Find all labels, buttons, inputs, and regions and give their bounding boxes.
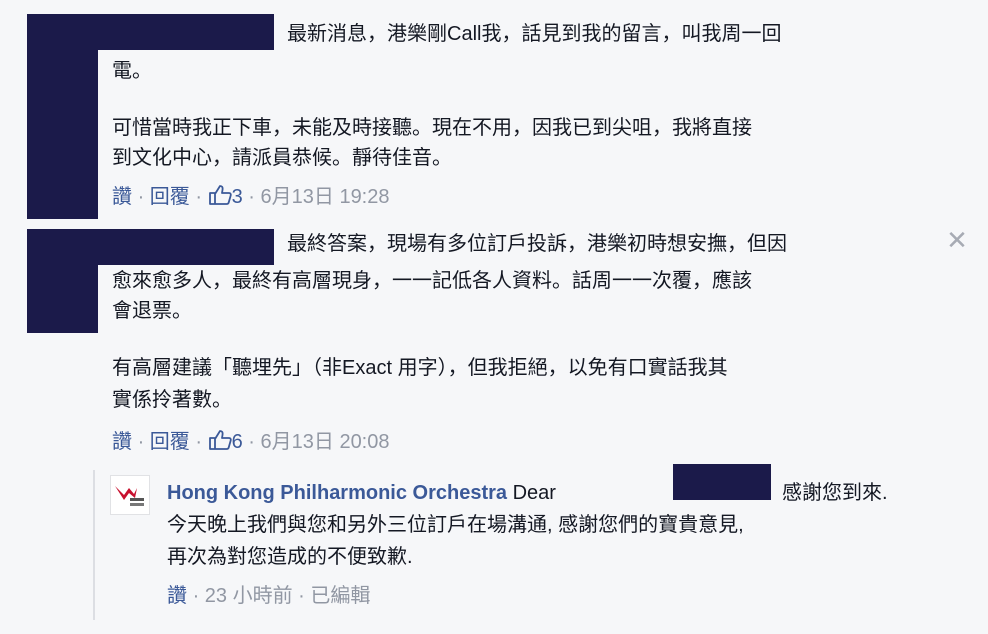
reply-thread-line <box>93 470 95 620</box>
comment-1-line-1: 最新消息，港樂剛Call我，話見到我的留言，叫我周一回 <box>287 23 782 45</box>
like-link[interactable]: 讚 <box>112 186 132 208</box>
separator: · <box>248 431 255 453</box>
separator: · <box>192 585 200 607</box>
thumbs-up-icon[interactable] <box>208 429 232 458</box>
comment-2-actions: 讚 · 回覆 · 6 · 6月13日 20:08 <box>112 429 390 458</box>
reply-timestamp[interactable]: 23 小時前 <box>205 585 293 607</box>
comment-2-line-3: 會退票。 <box>112 300 192 322</box>
separator: · <box>298 585 305 607</box>
redacted-recipient <box>673 464 771 500</box>
comment-2-paragraph-2a: 有高層建議「聽埋先」（非Exact 用字），但我拒絕，以免有口實話我其 <box>112 357 728 379</box>
like-link[interactable]: 讚 <box>112 431 132 453</box>
separator: · <box>195 186 203 208</box>
like-count[interactable]: 3 <box>232 186 243 208</box>
reply-line-1: Hong Kong Philharmonic Orchestra Dear <box>167 479 556 508</box>
comment-1-paragraph-2a: 可惜當時我正下車，未能及時接聽。現在不用，因我已到尖咀，我將直接 <box>112 117 752 139</box>
close-icon[interactable]: ✕ <box>946 227 968 253</box>
reply-line-3: 再次為對您造成的不便致歉. <box>167 546 413 568</box>
separator: · <box>195 431 203 453</box>
reply-line-2: 今天晚上我們與您和另外三位訂戶在場溝通, 感謝您們的寶貴意見, <box>167 514 744 536</box>
comment-2-paragraph-2b: 實係拎著數。 <box>112 389 232 411</box>
comment-2-line-2: 愈來愈多人，最終有高層現身，一一記低各人資料。話周一一次覆，應該 <box>112 270 752 292</box>
thumbs-up-icon[interactable] <box>208 184 232 213</box>
separator: · <box>248 186 255 208</box>
reply-line-1-rest: 感謝您到來. <box>782 482 888 504</box>
comment-1-paragraph-2b: 到文化中心，請派員恭候。靜待佳音。 <box>112 147 452 169</box>
like-count[interactable]: 6 <box>232 431 243 453</box>
reply-author-name[interactable]: Hong Kong Philharmonic Orchestra <box>167 482 507 504</box>
redacted-avatar-2 <box>27 229 98 333</box>
comment-timestamp[interactable]: 6月13日 19:28 <box>261 186 390 208</box>
edited-label[interactable]: 已編輯 <box>310 585 370 607</box>
reply-link[interactable]: 回覆 <box>150 186 190 208</box>
redacted-avatar-1 <box>27 14 98 219</box>
comment-1-actions: 讚 · 回覆 · 3 · 6月13日 19:28 <box>112 184 390 213</box>
hkphil-avatar[interactable] <box>110 475 150 515</box>
hkphil-logo-icon <box>115 486 144 506</box>
reply-link[interactable]: 回覆 <box>150 431 190 453</box>
reply-dear: Dear <box>512 482 556 504</box>
reply-actions: 讚 · 23 小時前 · 已編輯 <box>167 583 370 609</box>
comment-1-line-2: 電。 <box>112 60 152 82</box>
comment-2-line-1: 最終答案，現場有多位訂戶投訴，港樂初時想安撫，但因 <box>287 233 787 255</box>
separator: · <box>137 186 145 208</box>
separator: · <box>137 431 145 453</box>
comment-timestamp[interactable]: 6月13日 20:08 <box>261 431 390 453</box>
like-link[interactable]: 讚 <box>167 585 187 607</box>
